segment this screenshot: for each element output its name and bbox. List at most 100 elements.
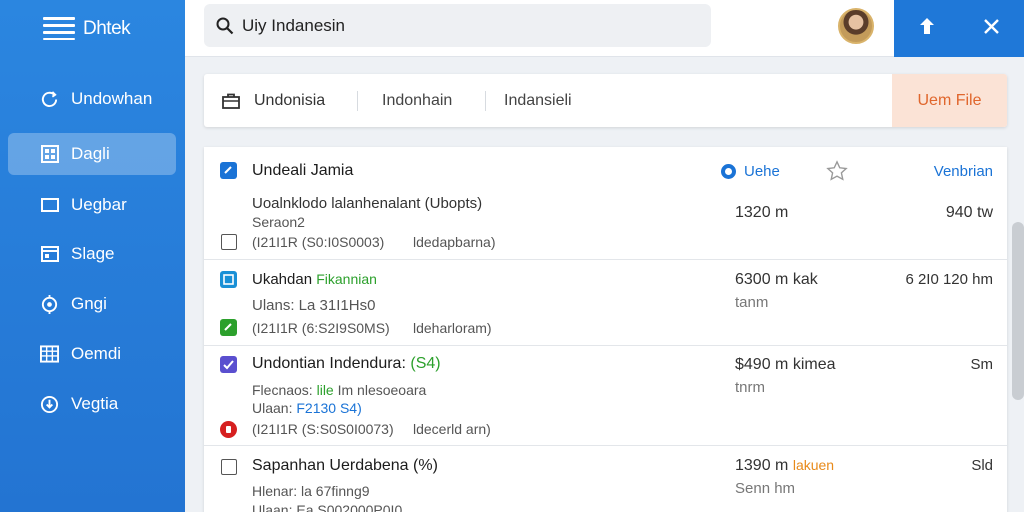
row-subtitle-text: Flecnaos: [252, 382, 313, 398]
tab-label: Undonisia [254, 91, 326, 109]
sidebar-item-label: Uegbar [71, 195, 127, 214]
image-icon [220, 271, 237, 288]
row-checkbox[interactable] [221, 459, 237, 475]
refresh-icon [40, 90, 59, 109]
row-subtitle-highlight: lile [316, 382, 334, 398]
tab-indonhain[interactable]: Indonhain [382, 74, 452, 127]
row-subtitle: Seraon2 [252, 214, 305, 230]
row-title-text: Ukahdan [252, 271, 313, 288]
top-actions [894, 0, 1024, 57]
monitor-icon [40, 196, 59, 215]
sidebar-item-label: Vegtia [71, 394, 119, 413]
row-subtitle: Flecnaos: lile Im nlesoeoara [252, 382, 426, 398]
row-title: Sapanhan Uerdabena (%) [252, 457, 438, 474]
row-title: Uoalnklodo lalanhenalant (Ubopts) [252, 195, 483, 212]
list-item[interactable]: Undontian Indendura: (S4) Flecnaos: lile… [204, 346, 1007, 446]
top-bar [185, 0, 894, 57]
row-meta-tag: ldeharloram) [413, 320, 492, 336]
star-icon[interactable] [826, 160, 848, 187]
list-item[interactable]: Ukahdan Fikannian Ulans: La 31I1Hs0 (I21… [204, 260, 1007, 346]
row-right-value: Sld [971, 457, 993, 474]
scrollbar[interactable] [1012, 222, 1024, 400]
row-title: Ukahdan Fikannian [252, 271, 377, 288]
sidebar-item-vegtia[interactable]: Vegtia [8, 383, 176, 425]
row-title: Undontian Indendura: (S4) [252, 355, 441, 373]
divider [485, 91, 486, 111]
row-amount: $490 m kimea [735, 356, 836, 373]
row-line3: Ulaan: F2130 S4) [252, 400, 362, 416]
tab-label: Indonhain [382, 91, 453, 109]
status-badge[interactable]: Uehe [721, 163, 780, 180]
search-box[interactable] [204, 4, 711, 47]
close-icon [983, 18, 1000, 40]
sidebar-item-label: Slage [71, 244, 115, 263]
row-amount: 1320 m [735, 204, 789, 221]
target-icon [40, 294, 59, 314]
sidebar: Dhtek Undowhan Dagli Uegbar Slage Gngi O… [0, 0, 185, 512]
tab-indansieli[interactable]: Indansieli [504, 74, 572, 127]
upload-button[interactable] [894, 0, 959, 57]
sidebar-item-label: Dagli [71, 144, 110, 163]
row-meta-tag: ldecerld arn) [413, 421, 491, 437]
sidebar-item-uegbar[interactable]: Uegbar [8, 184, 176, 226]
tab-label: Indansieli [504, 91, 572, 109]
row-subtitle: Hlenar: la 67finng9 [252, 483, 370, 499]
upload-file-button[interactable]: Uem File [892, 74, 1007, 127]
status-label: Uehe [744, 163, 780, 180]
search-icon [216, 17, 234, 35]
row-checkbox[interactable] [221, 234, 237, 250]
row-right-value: Sm [970, 356, 994, 373]
grid-icon [40, 145, 59, 164]
sidebar-item-oemdi[interactable]: Oemdi [8, 333, 176, 375]
document-icon [220, 162, 237, 179]
download-circle-icon [40, 395, 59, 414]
status-dot-icon [721, 164, 736, 179]
sidebar-item-label: Undowhan [71, 89, 153, 108]
item-list: Undeali Jamia Uehe Venbrian Uoalnklodo l… [204, 147, 1007, 512]
row-amount: 6300 m kak [735, 271, 818, 288]
sidebar-item-gngi[interactable]: Gngi [8, 283, 176, 325]
checked-checkbox-icon[interactable] [220, 356, 237, 373]
row-amount-sub: tnrm [735, 379, 765, 396]
list-item[interactable]: Sapanhan Uerdabena (%) Hlenar: la 67finn… [204, 446, 1007, 512]
row-amount-highlight: lakuen [792, 457, 835, 473]
divider [357, 91, 358, 111]
row-right-value: 940 tw [945, 204, 993, 221]
briefcase-icon [222, 93, 240, 109]
search-input[interactable] [242, 15, 682, 36]
filter-bar: Undonisia Indonhain Indansieli Uem File [204, 74, 1007, 127]
upload-icon [917, 16, 937, 41]
row-subtitle: Ulans: La 31I1Hs0 [252, 297, 376, 314]
sidebar-item-dagli[interactable]: Dagli [8, 133, 176, 175]
row-right-value: 6 2I0 120 hm [905, 271, 993, 288]
row-line3: Ulaan: Ea S002000P0I0 [252, 502, 403, 512]
row-subtitle-rest: Im nlesoeoara [337, 382, 427, 398]
row-amount-sub: Senn hm [735, 480, 796, 497]
window-icon [40, 245, 59, 264]
row-title-highlight: Fikannian [316, 271, 377, 287]
row-line3-text: Ulaan: [252, 400, 293, 416]
sidebar-item-undowhan[interactable]: Undowhan [8, 78, 176, 120]
row-meta: (I21I1R (6:S2I9S0MS) [252, 320, 390, 336]
avatar[interactable] [838, 8, 874, 44]
record-icon [220, 421, 237, 438]
row-title-highlight: (S4) [410, 355, 441, 372]
sidebar-item-label: Gngi [71, 294, 107, 313]
tab-undonisia[interactable]: Undonisia [222, 74, 325, 127]
row-meta-tag: ldedapbarna) [413, 234, 496, 250]
row-amount-sub: tanm [735, 294, 769, 311]
row-line3-highlight: F2130 S4) [296, 400, 362, 416]
close-button[interactable] [959, 0, 1024, 57]
row-meta: (I21I1R (S0:I0S0003) [252, 234, 385, 250]
row-meta: (I21I1R (S:S0S0I0073) [252, 421, 394, 437]
sidebar-item-label: Oemdi [71, 344, 122, 363]
row-title-text: Undontian Indendura: [252, 355, 406, 372]
check-square-icon[interactable] [220, 319, 237, 336]
row-amount: 1390 m lakuen [735, 457, 834, 475]
list-item[interactable]: Undeali Jamia Uehe Venbrian Uoalnklodo l… [204, 147, 1007, 260]
sidebar-item-slage[interactable]: Slage [8, 233, 176, 275]
brand[interactable]: Dhtek [0, 0, 185, 57]
header-action-link[interactable]: Venbrian [934, 163, 993, 180]
apps-icon [40, 345, 59, 364]
list-header-title: Undeali Jamia [252, 162, 354, 179]
